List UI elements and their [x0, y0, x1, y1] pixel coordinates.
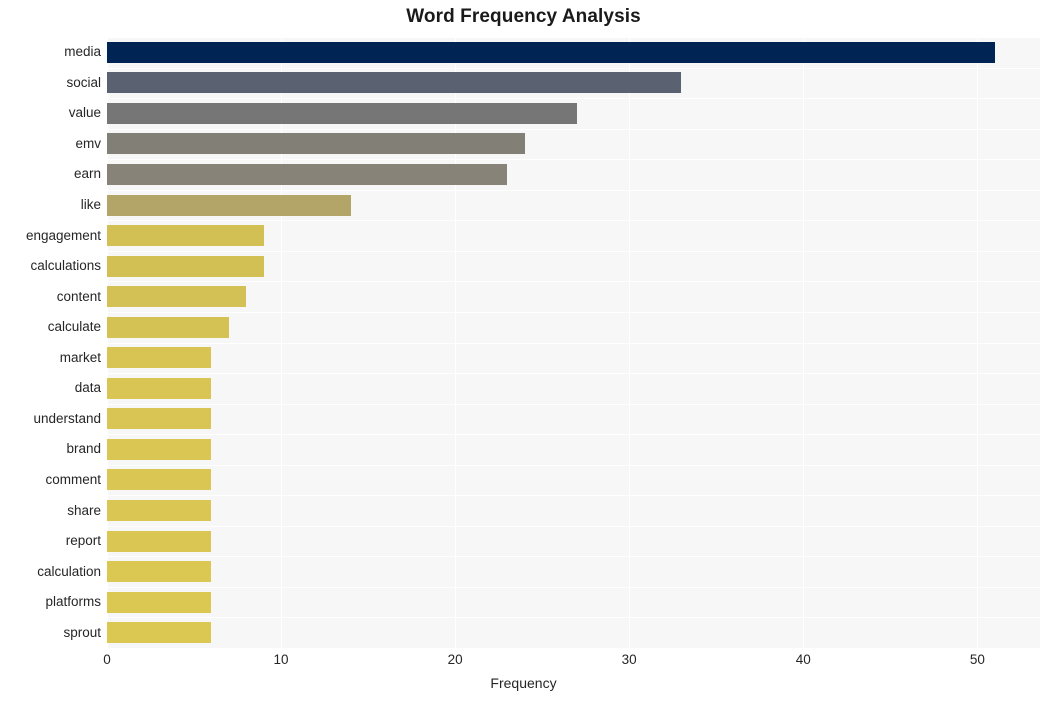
bar — [107, 72, 682, 94]
bar — [107, 194, 351, 216]
y-tick-label: share — [67, 502, 101, 518]
plot-area — [107, 37, 1040, 649]
y-tick-label: value — [68, 105, 101, 121]
bar — [107, 41, 995, 63]
y-tick-label: data — [74, 380, 101, 396]
y-tick-label: calculation — [37, 563, 101, 579]
y-tick-label: comment — [45, 471, 101, 487]
y-tick-label: media — [64, 44, 101, 60]
y-tick-label: like — [80, 197, 101, 213]
y-tick-label: content — [56, 288, 101, 304]
bar — [107, 102, 577, 124]
x-tick-label: 0 — [103, 652, 111, 667]
gridline-horizontal — [107, 648, 1040, 649]
bar — [107, 591, 212, 613]
bars-layer — [107, 37, 1040, 648]
y-tick-label: market — [59, 349, 101, 365]
y-tick-label: sprout — [63, 624, 101, 640]
bar — [107, 286, 247, 308]
y-tick-label: earn — [73, 166, 101, 182]
word-frequency-chart-figure: Word Frequency Analysis media social value… — [0, 0, 1047, 701]
bar — [107, 163, 508, 185]
bar — [107, 469, 212, 491]
y-tick-label: understand — [33, 410, 101, 426]
y-tick-label: emv — [75, 135, 101, 151]
y-tick-label: calculations — [30, 258, 101, 274]
x-tick-label: 30 — [621, 652, 637, 667]
bar — [107, 561, 212, 583]
x-tick-label: 20 — [447, 652, 463, 667]
bar — [107, 408, 212, 430]
bar — [107, 225, 264, 247]
bar — [107, 133, 525, 155]
bar — [107, 316, 229, 338]
x-axis-tick-labels: 0 10 20 30 40 50 — [0, 652, 1047, 672]
bar — [107, 377, 212, 399]
x-axis-title: Frequency — [490, 675, 557, 691]
y-tick-label: calculate — [47, 319, 101, 335]
y-axis-tick-labels: media social value emv earn like engagement cal… — [0, 37, 101, 648]
x-tick-label: 50 — [969, 652, 985, 667]
x-tick-label: 40 — [795, 652, 811, 667]
chart-title: Word Frequency Analysis — [406, 6, 641, 27]
bar — [107, 622, 212, 644]
x-tick-label: 10 — [273, 652, 289, 667]
bar — [107, 347, 212, 369]
bar — [107, 530, 212, 552]
bar — [107, 438, 212, 460]
y-tick-label: report — [65, 533, 101, 549]
y-tick-label: brand — [66, 441, 101, 457]
bar — [107, 500, 212, 522]
y-tick-label: platforms — [45, 594, 101, 610]
y-tick-label: social — [66, 74, 101, 90]
y-tick-label: engagement — [25, 227, 101, 243]
bar — [107, 255, 264, 277]
